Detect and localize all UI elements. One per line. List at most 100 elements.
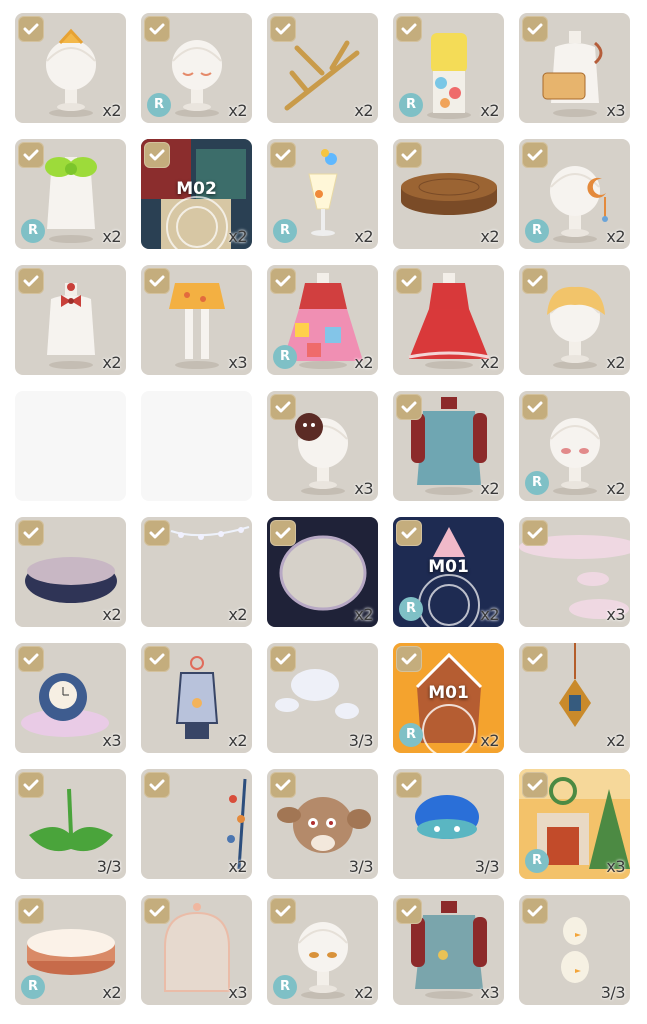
item-count: x3 xyxy=(228,353,247,372)
music-disc-code: M02 xyxy=(176,179,217,199)
owned-check-icon xyxy=(270,16,296,42)
item-count: 3/3 xyxy=(348,857,374,876)
item-count: x2 xyxy=(480,353,499,372)
item-tile[interactable]: Rx2 xyxy=(393,13,504,123)
item-tile[interactable]: Rx3 xyxy=(519,769,630,879)
owned-check-icon xyxy=(18,520,44,546)
item-tile[interactable]: x2 xyxy=(15,265,126,375)
item-grid: x2 Rx2 x2 Rx2 x3 Rx2 M02 x2 Rx2 x2 Rx2 x2 x3 Rx2… xyxy=(0,0,647,1024)
item-tile[interactable]: x3 xyxy=(519,517,630,627)
item-count: x2 xyxy=(102,605,121,624)
item-count: x2 xyxy=(606,479,625,498)
item-count: x2 xyxy=(102,353,121,372)
item-tile[interactable]: x3 xyxy=(267,391,378,501)
item-tile[interactable]: 3/3 xyxy=(15,769,126,879)
owned-check-icon xyxy=(18,646,44,672)
item-count: x2 xyxy=(606,731,625,750)
item-tile[interactable]: Rx2 xyxy=(519,139,630,249)
item-count: x2 xyxy=(480,605,499,624)
item-count: x2 xyxy=(228,857,247,876)
item-tile[interactable]: M01 Rx2 xyxy=(393,517,504,627)
owned-check-icon xyxy=(522,520,548,546)
item-count: x2 xyxy=(354,101,373,120)
item-tile[interactable]: x3 xyxy=(393,895,504,1005)
item-tile[interactable]: Rx2 xyxy=(141,13,252,123)
owned-check-icon xyxy=(18,898,44,924)
owned-check-icon xyxy=(396,394,422,420)
owned-check-icon xyxy=(522,268,548,294)
item-tile[interactable]: x2 xyxy=(519,643,630,753)
item-tile[interactable]: x3 xyxy=(519,13,630,123)
owned-check-icon xyxy=(18,142,44,168)
item-tile[interactable]: x3 xyxy=(141,265,252,375)
owned-check-icon xyxy=(144,142,170,168)
item-tile[interactable]: x2 xyxy=(519,265,630,375)
item-tile[interactable]: x3 xyxy=(15,643,126,753)
item-tile[interactable]: Rx2 xyxy=(267,139,378,249)
item-tile[interactable]: x2 xyxy=(393,265,504,375)
owned-check-icon xyxy=(144,520,170,546)
rarity-badge: R xyxy=(399,93,423,117)
item-count: x3 xyxy=(228,983,247,1002)
item-count: x2 xyxy=(228,605,247,624)
item-tile[interactable]: x2 xyxy=(15,517,126,627)
item-count: x3 xyxy=(606,857,625,876)
item-tile[interactable]: x2 xyxy=(141,643,252,753)
item-count: 3/3 xyxy=(96,857,122,876)
owned-check-icon xyxy=(18,772,44,798)
item-tile[interactable]: x2 xyxy=(267,517,378,627)
item-count: x3 xyxy=(102,731,121,750)
item-tile[interactable]: x2 xyxy=(15,13,126,123)
item-tile[interactable]: M01 Rx2 xyxy=(393,643,504,753)
empty-slot xyxy=(141,391,252,501)
rarity-badge: R xyxy=(273,219,297,243)
owned-check-icon xyxy=(144,646,170,672)
item-tile[interactable]: Rx2 xyxy=(267,265,378,375)
owned-check-icon xyxy=(270,520,296,546)
item-tile[interactable]: Rx2 xyxy=(15,139,126,249)
item-tile[interactable]: x2 xyxy=(141,769,252,879)
item-count: x3 xyxy=(606,101,625,120)
item-count: x2 xyxy=(480,101,499,120)
item-count: x2 xyxy=(354,605,373,624)
item-count: x2 xyxy=(102,227,121,246)
owned-check-icon xyxy=(144,16,170,42)
item-count: x2 xyxy=(480,227,499,246)
item-count: x2 xyxy=(480,479,499,498)
owned-check-icon xyxy=(270,142,296,168)
owned-check-icon xyxy=(396,16,422,42)
owned-check-icon xyxy=(270,268,296,294)
item-count: x2 xyxy=(228,731,247,750)
rarity-badge: R xyxy=(273,345,297,369)
item-tile[interactable]: x2 xyxy=(141,517,252,627)
owned-check-icon xyxy=(270,772,296,798)
item-tile[interactable]: M02 x2 xyxy=(141,139,252,249)
item-count: 3/3 xyxy=(348,731,374,750)
item-count: x2 xyxy=(354,983,373,1002)
item-tile[interactable]: x3 xyxy=(141,895,252,1005)
item-tile[interactable]: 3/3 xyxy=(393,769,504,879)
owned-check-icon xyxy=(396,772,422,798)
item-tile[interactable]: Rx2 xyxy=(267,895,378,1005)
owned-check-icon xyxy=(396,268,422,294)
item-count: x2 xyxy=(354,353,373,372)
item-tile[interactable]: 3/3 xyxy=(267,769,378,879)
item-tile[interactable]: 3/3 xyxy=(267,643,378,753)
item-count: x2 xyxy=(228,101,247,120)
owned-check-icon xyxy=(522,772,548,798)
item-count: x3 xyxy=(354,479,373,498)
music-disc-code: M01 xyxy=(428,557,469,577)
rarity-badge: R xyxy=(273,975,297,999)
item-tile[interactable]: Rx2 xyxy=(15,895,126,1005)
rarity-badge: R xyxy=(525,219,549,243)
item-tile[interactable]: x2 xyxy=(393,391,504,501)
rarity-badge: R xyxy=(525,471,549,495)
item-count: 3/3 xyxy=(600,983,626,1002)
item-tile[interactable]: 3/3 xyxy=(519,895,630,1005)
item-tile[interactable]: x2 xyxy=(393,139,504,249)
item-count: x3 xyxy=(606,605,625,624)
item-tile[interactable]: Rx2 xyxy=(519,391,630,501)
owned-check-icon xyxy=(522,898,548,924)
owned-check-icon xyxy=(144,268,170,294)
item-tile[interactable]: x2 xyxy=(267,13,378,123)
